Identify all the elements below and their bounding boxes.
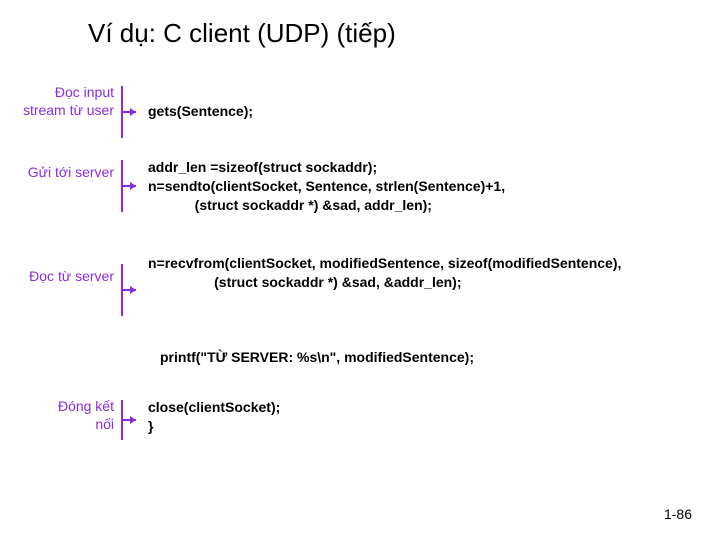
block-read-input: Đọc input stream từ user gets(Sentence); (14, 84, 253, 140)
slide-title: Ví dụ: C client (UDP) (tiếp) (88, 18, 396, 49)
code-send: addr_len =sizeof(struct sockaddr); n=sen… (138, 158, 505, 215)
bracket-icon (120, 158, 138, 214)
label-recv: Đọc từ server (14, 254, 114, 286)
block-recv: Đọc từ server n=recvfrom(clientSocket, m… (14, 254, 621, 318)
block-printf: printf("TỪ SERVER: %s\n", modifiedSenten… (160, 348, 474, 367)
page-number: 1-86 (664, 506, 692, 522)
bracket-icon (120, 262, 138, 318)
label-send: Gửi tới server (14, 158, 114, 182)
code-read-input: gets(Sentence); (138, 84, 253, 121)
code-printf: printf("TỪ SERVER: %s\n", modifiedSenten… (160, 348, 474, 367)
block-close: Đóng kết nối close(clientSocket); } (48, 398, 280, 442)
label-read-input: Đọc input stream từ user (14, 84, 114, 119)
bracket-icon (120, 398, 138, 442)
code-recv: n=recvfrom(clientSocket, modifiedSentenc… (138, 254, 621, 292)
label-close: Đóng kết nối (48, 398, 114, 433)
bracket-icon (120, 84, 138, 140)
code-close: close(clientSocket); } (138, 398, 280, 436)
block-send: Gửi tới server addr_len =sizeof(struct s… (14, 158, 505, 215)
